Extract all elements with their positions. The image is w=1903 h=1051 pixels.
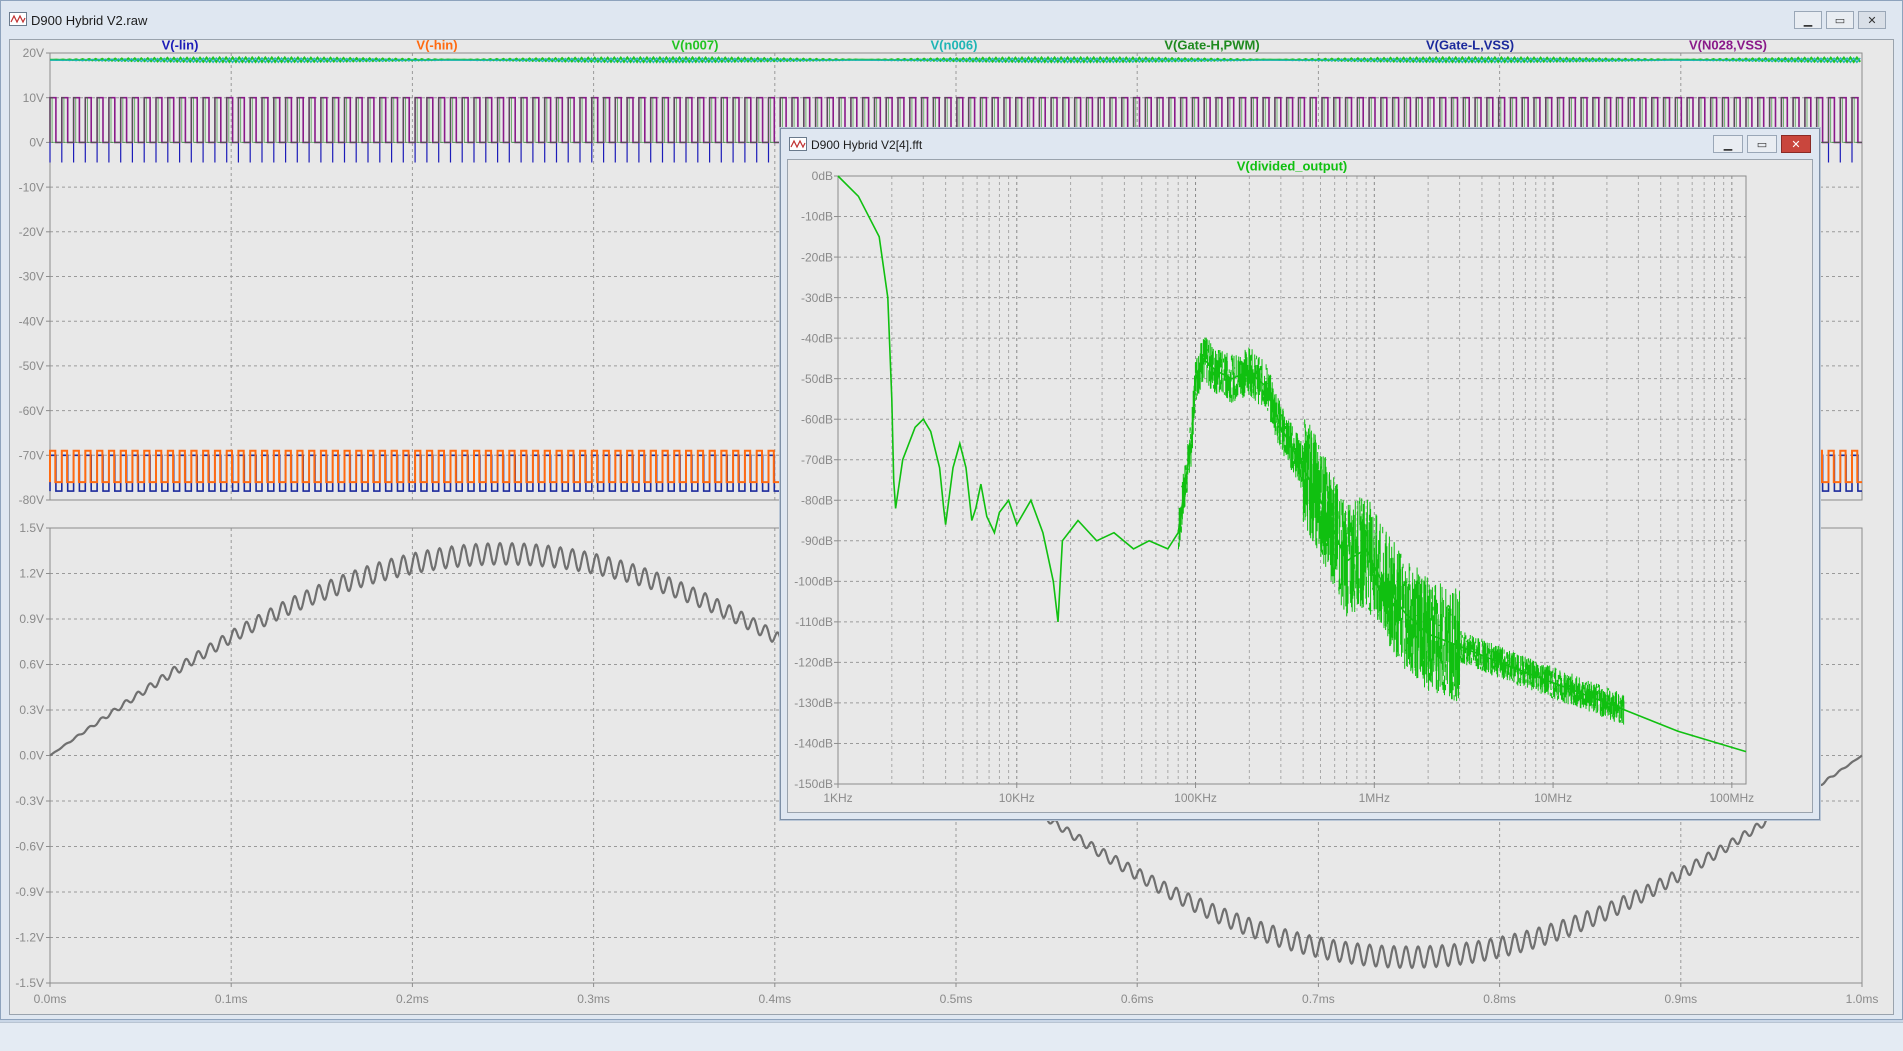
fft-y-tick-label: -70dB [801,453,833,467]
fft-x-tick-label: 100KHz [1174,791,1217,805]
fft-y-tick-label: -120dB [794,656,833,670]
upper-y-tick-label: -30V [19,270,44,284]
upper-y-tick-label: -10V [19,180,44,194]
fft-x-tick-label: 1KHz [823,791,852,805]
fft-y-tick-label: -40dB [801,331,833,345]
fft-y-tick-label: -100dB [794,575,833,589]
fft-minimize-button[interactable]: ▁ [1713,135,1743,153]
fft-x-tick-label: 100MHz [1710,791,1755,805]
waveform-app-icon [9,12,27,26]
fft-y-tick-label: -80dB [801,493,833,507]
lower-x-tick-label: 0.8ms [1483,992,1516,1006]
fft-y-tick-label: -150dB [794,777,833,791]
fft-y-tick-label: -130dB [794,696,833,710]
maximize-button[interactable]: ▭ [1826,11,1854,29]
legend-v-gate-l-vss[interactable]: V(Gate-L,VSS) [1426,38,1514,53]
fft-x-tick-label: 10MHz [1534,791,1572,805]
fft-plot-area[interactable]: V(divided_output) 0dB -10dB -20dB -30dB -40d… [787,159,1813,813]
lower-y-tick-label: 0.0V [19,749,44,763]
main-window-title: D900 Hybrid V2.raw [31,13,148,28]
lower-y-tick-label: 0.6V [19,658,44,672]
upper-y-tick-label: -50V [19,359,44,373]
main-titlebar[interactable]: D900 Hybrid V2.raw ▁ ▭ ✕ [1,1,1902,39]
lower-y-tick-label: -0.9V [15,885,44,899]
legend-v-n028-vss[interactable]: V(N028,VSS) [1689,38,1767,53]
lower-y-tick-label: -0.3V [15,794,44,808]
fft-y-tick-label: -110dB [795,615,833,629]
fft-y-tick-label: -90dB [801,534,833,548]
fft-close-button[interactable]: ✕ [1781,135,1811,153]
upper-y-tick-label: 0V [29,136,44,150]
fft-window[interactable]: D900 Hybrid V2[4].fft ▁ ▭ ✕ V(divided_ou… [780,128,1820,820]
lower-y-tick-label: 0.9V [19,612,44,626]
close-button[interactable]: ✕ [1858,11,1886,29]
upper-y-tick-label: 20V [23,46,44,60]
lower-y-tick-label: 1.5V [19,521,44,535]
fft-y-tick-label: -50dB [801,372,833,386]
lower-x-tick-label: 1.0ms [1846,992,1879,1006]
upper-y-tick-label: -60V [19,404,44,418]
lower-x-tick-label: 0.9ms [1664,992,1697,1006]
upper-y-tick-label: -40V [19,314,44,328]
lower-x-tick-label: 0.6ms [1121,992,1154,1006]
fft-y-tick-label: -140dB [794,737,833,751]
fft-maximize-button[interactable]: ▭ [1747,135,1777,153]
lower-y-tick-label: 0.3V [19,703,44,717]
fft-trace-label[interactable]: V(divided_output) [1237,159,1348,174]
fft-y-tick-label: -10dB [801,210,833,224]
legend-v-n006[interactable]: V(n006) [931,38,978,53]
lower-x-tick-label: 0.5ms [940,992,973,1006]
fft-window-title: D900 Hybrid V2[4].fft [811,138,923,152]
fft-x-tick-label: 1MHz [1359,791,1390,805]
lower-x-tick-label: 0.0ms [34,992,67,1006]
lower-x-tick-label: 0.4ms [758,992,791,1006]
waveform-app-icon [789,137,807,151]
upper-y-tick-label: -70V [19,449,44,463]
status-bar [0,1022,1903,1051]
lower-x-tick-label: 0.7ms [1302,992,1335,1006]
lower-y-tick-label: -0.6V [15,840,44,854]
legend-v-hin[interactable]: V(-hin) [416,38,457,53]
lower-x-tick-label: 0.3ms [577,992,610,1006]
legend-v-gate-h-pwm[interactable]: V(Gate-H,PWM) [1164,38,1259,53]
lower-x-tick-label: 0.1ms [215,992,248,1006]
fft-titlebar[interactable]: D900 Hybrid V2[4].fft ▁ ▭ ✕ [781,129,1819,159]
lower-x-tick-label: 0.2ms [396,992,429,1006]
legend-v-n007[interactable]: V(n007) [672,38,719,53]
lower-y-tick-label: 1.2V [19,567,44,581]
fft-y-tick-label: 0dB [812,169,833,183]
lower-y-tick-label: -1.5V [15,976,44,990]
upper-y-tick-label: -20V [19,225,44,239]
upper-y-tick-label: -80V [19,493,44,507]
lower-y-tick-label: -1.2V [15,931,44,945]
minimize-button[interactable]: ▁ [1794,11,1822,29]
fft-y-tick-label: -20dB [801,250,833,264]
fft-x-tick-label: 10KHz [999,791,1035,805]
fft-y-tick-label: -60dB [801,412,833,426]
legend-v-lin[interactable]: V(-lin) [162,38,199,53]
upper-y-tick-label: 10V [23,91,44,105]
fft-plot-canvas[interactable]: V(divided_output) 0dB -10dB -20dB -30dB -40d… [788,159,1812,812]
fft-y-tick-label: -30dB [801,291,833,305]
